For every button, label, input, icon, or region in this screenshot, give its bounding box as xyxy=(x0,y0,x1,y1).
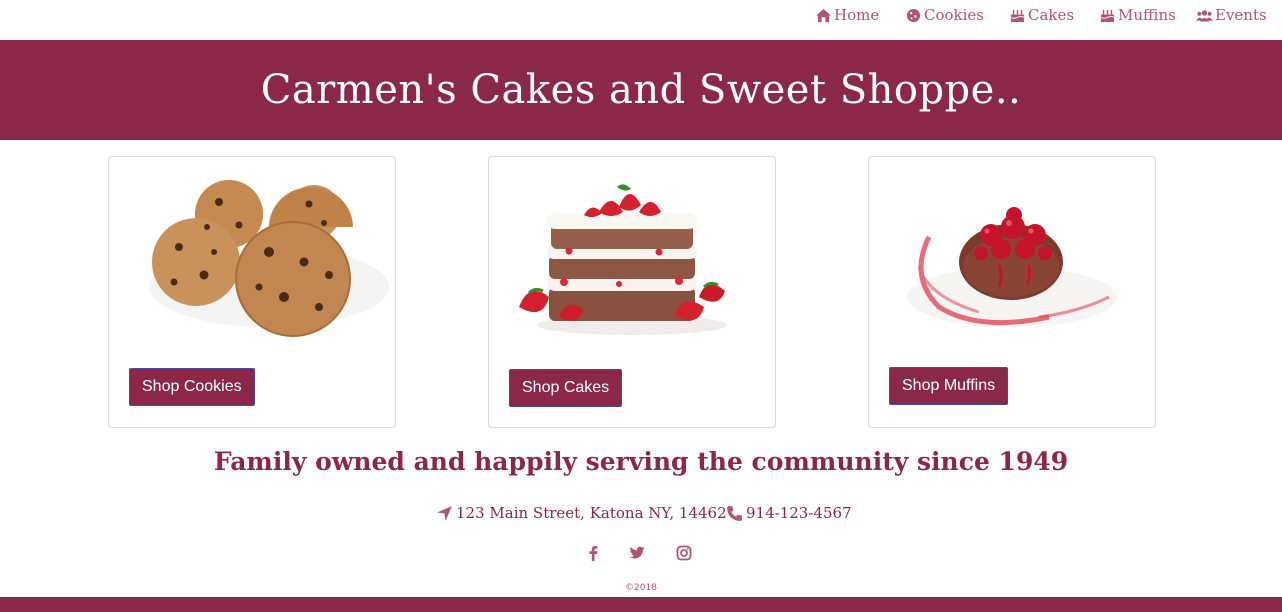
phone-text: 914-123-4567 xyxy=(746,504,852,522)
address-contact: 123 Main Street, Katona NY, 14462 xyxy=(436,502,727,524)
instagram-link[interactable] xyxy=(674,543,694,563)
nav-cakes[interactable]: Cakes xyxy=(1009,4,1074,26)
instagram-icon xyxy=(676,545,692,561)
hero-banner: Carmen's Cakes and Sweet Shoppe.. xyxy=(0,40,1282,140)
birthday-cake-icon xyxy=(1100,9,1115,22)
nav-home-label: Home xyxy=(834,6,880,24)
top-nav: Home Cookies Cakes Muffins Events xyxy=(0,0,1282,40)
footer-bar xyxy=(0,597,1282,612)
twitter-icon xyxy=(629,546,645,559)
shop-muffins-button[interactable]: Shop Muffins xyxy=(889,367,1009,405)
location-arrow-icon xyxy=(437,505,452,521)
nav-muffins-label: Muffins xyxy=(1118,6,1176,24)
nav-cookies-label: Cookies xyxy=(924,6,984,24)
nav-muffins[interactable]: Muffins xyxy=(1099,4,1176,26)
address-text: 123 Main Street, Katona NY, 14462 xyxy=(456,504,727,522)
chocolate-chip-cookies-photo xyxy=(109,157,395,349)
nav-cookies[interactable]: Cookies xyxy=(905,4,984,26)
shop-cakes-button[interactable]: Shop Cakes xyxy=(509,369,623,407)
facebook-icon xyxy=(589,546,598,561)
page-title: Carmen's Cakes and Sweet Shoppe.. xyxy=(260,67,1022,113)
nav-cakes-label: Cakes xyxy=(1028,6,1075,24)
home-icon xyxy=(816,8,831,22)
strawberry-layer-cake-photo xyxy=(489,157,775,349)
copyright-text: ©2018 xyxy=(625,583,657,593)
nav-home[interactable]: Home xyxy=(815,4,879,26)
phone-contact: 914-123-4567 xyxy=(726,502,852,524)
phone-icon xyxy=(727,505,742,521)
users-icon xyxy=(1196,9,1213,21)
nav-events[interactable]: Events xyxy=(1196,4,1267,26)
nav-events-label: Events xyxy=(1215,6,1267,24)
tagline: Family owned and happily serving the com… xyxy=(213,447,1069,476)
facebook-link[interactable] xyxy=(583,543,603,563)
cherry-muffin-photo xyxy=(869,157,1155,349)
cakes-card: Shop Cakes xyxy=(488,156,776,428)
twitter-link[interactable] xyxy=(627,543,647,563)
cookies-card: Shop Cookies xyxy=(108,156,396,428)
muffins-card: Shop Muffins xyxy=(868,156,1156,428)
birthday-cake-icon xyxy=(1010,9,1025,22)
cookie-icon xyxy=(906,8,921,22)
shop-cookies-button[interactable]: Shop Cookies xyxy=(129,368,255,406)
